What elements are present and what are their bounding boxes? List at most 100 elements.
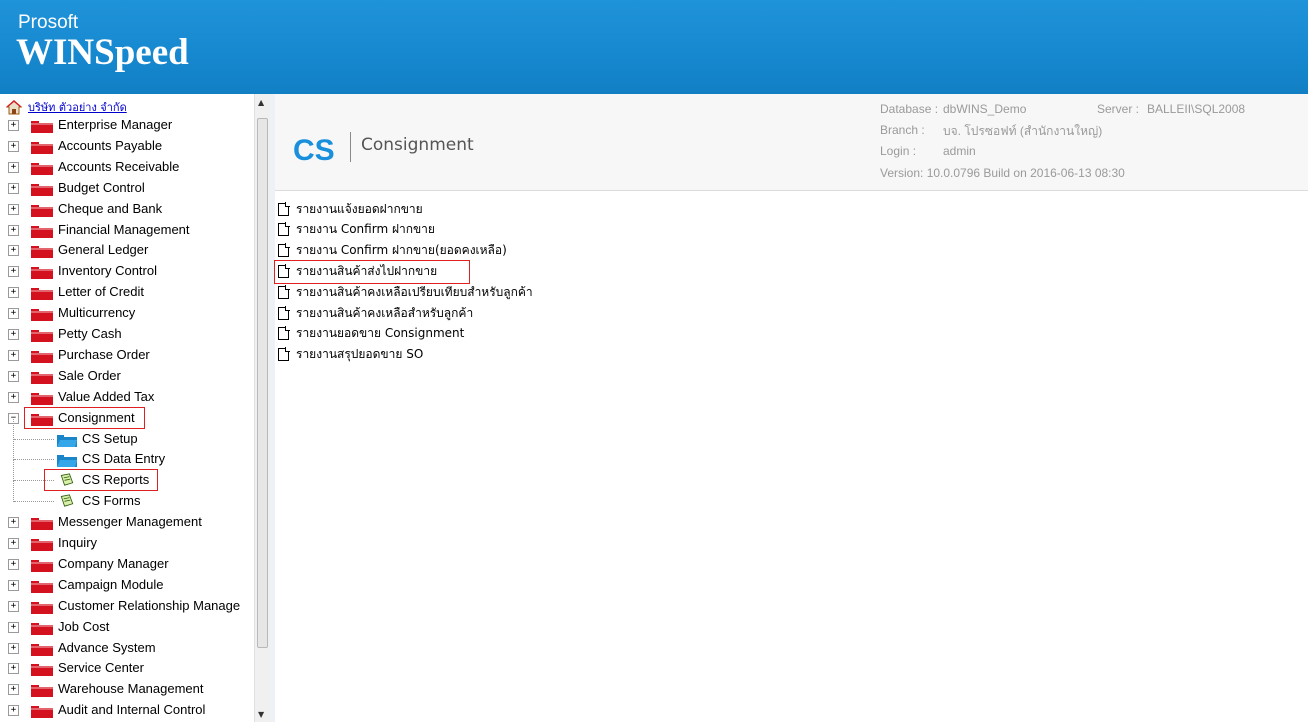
- tree-item[interactable]: + Enterprise Manager: [0, 115, 250, 136]
- expand-icon[interactable]: +: [8, 203, 19, 215]
- expand-icon[interactable]: +: [8, 600, 19, 612]
- tree-item-label: Budget Control: [58, 179, 145, 195]
- report-item[interactable]: รายงาน Confirm ฝากขาย: [278, 220, 435, 240]
- expand-icon[interactable]: +: [8, 621, 19, 633]
- cs-reports-highlight: [44, 469, 158, 492]
- tree-item-label: Campaign Module: [58, 576, 164, 592]
- document-icon: [278, 243, 290, 258]
- report-item[interactable]: รายงานสรุปยอดขาย SO: [278, 345, 423, 365]
- report-item[interactable]: รายงานแจ้งยอดฝากขาย: [278, 199, 423, 219]
- tree-item-label: Company Manager: [58, 555, 169, 571]
- report-item[interactable]: รายงานสินค้าคงเหลือสำหรับลูกค้า: [278, 303, 473, 323]
- scroll-up-icon[interactable]: ▲: [258, 98, 264, 107]
- tree-item[interactable]: + Purchase Order: [0, 345, 250, 366]
- tree-item[interactable]: + Multicurrency: [0, 303, 250, 324]
- tree-item[interactable]: + Company Manager: [0, 554, 250, 575]
- tree-item-label: Accounts Payable: [58, 137, 163, 153]
- tree-item[interactable]: + Job Cost: [0, 617, 250, 638]
- tree-item[interactable]: + General Ledger: [0, 240, 250, 261]
- folder-icon: [31, 371, 53, 384]
- tree-item[interactable]: + Customer Relationship Manage: [0, 596, 250, 617]
- tree-child-item[interactable]: CS Setup: [0, 418, 250, 450]
- expand-icon[interactable]: +: [8, 308, 19, 320]
- home-icon: [6, 99, 22, 114]
- tree-child-item[interactable]: CS Forms: [0, 481, 250, 512]
- tree-item-label: Value Added Tax: [58, 388, 155, 404]
- tree-line: [13, 481, 15, 503]
- tree-item[interactable]: + Inventory Control: [0, 261, 250, 282]
- tree-item[interactable]: + Value Added Tax: [0, 387, 250, 408]
- expand-icon[interactable]: +: [8, 663, 19, 675]
- scroll-down-icon[interactable]: ▼: [258, 710, 264, 719]
- expand-icon[interactable]: +: [8, 182, 19, 194]
- tree-line: [14, 438, 54, 440]
- expand-icon[interactable]: +: [8, 642, 19, 654]
- report-item[interactable]: รายงาน Confirm ฝากขาย(ยอดคงเหลือ): [278, 241, 507, 261]
- tree-item[interactable]: + Cheque and Bank: [0, 199, 250, 220]
- tree-item-label: Job Cost: [58, 618, 110, 634]
- document-icon: [278, 347, 290, 362]
- tree-item[interactable]: + Service Center: [0, 658, 250, 679]
- server-label: Server :: [1097, 102, 1140, 116]
- tree-item-label: Sale Order: [58, 367, 121, 383]
- server-value: BALLEII\SQL2008: [1147, 102, 1246, 116]
- tree-item[interactable]: + Accounts Payable: [0, 136, 250, 157]
- document-icon: [278, 305, 290, 320]
- tree-child-label: CS Data Entry: [82, 451, 166, 467]
- expand-icon[interactable]: +: [8, 558, 19, 570]
- expand-icon[interactable]: +: [8, 705, 19, 717]
- company-node[interactable]: บริษัท ตัวอย่าง จำกัด: [6, 98, 127, 116]
- tree-child-item[interactable]: CS Data Entry: [0, 439, 250, 470]
- tree-item[interactable]: + Advance System: [0, 638, 250, 659]
- tree-scrollbar[interactable]: ▲ ▼: [254, 94, 270, 722]
- expand-icon[interactable]: +: [8, 538, 19, 549]
- expand-icon[interactable]: +: [8, 266, 19, 278]
- tree-item-label: Customer Relationship Manage: [58, 597, 241, 613]
- folder-icon: [31, 622, 53, 635]
- folder-icon: [31, 162, 53, 175]
- company-link[interactable]: บริษัท ตัวอย่าง จำกัด: [28, 98, 127, 116]
- tree-item[interactable]: + Sale Order: [0, 366, 250, 387]
- expand-icon[interactable]: +: [8, 391, 19, 403]
- tree-item[interactable]: + Messenger Management: [0, 512, 250, 533]
- folder-icon: [31, 539, 53, 551]
- tree-item-label: Inquiry: [58, 535, 98, 550]
- branch-label: Branch :: [880, 123, 925, 137]
- blue-folder-icon: [57, 455, 77, 468]
- expand-icon[interactable]: +: [8, 161, 19, 173]
- tree-item[interactable]: + Accounts Receivable: [0, 157, 250, 178]
- tree-item[interactable]: + Petty Cash: [0, 324, 250, 345]
- tree-item[interactable]: + Campaign Module: [0, 575, 250, 596]
- expand-icon[interactable]: +: [8, 224, 19, 236]
- tree-item[interactable]: + Inquiry: [0, 533, 250, 554]
- tree-item[interactable]: + Letter of Credit: [0, 282, 250, 303]
- tree-item-label: Cheque and Bank: [58, 200, 163, 216]
- document-icon: [278, 222, 290, 237]
- tree-item[interactable]: + Financial Management: [0, 220, 250, 241]
- expand-icon[interactable]: +: [8, 370, 19, 382]
- expand-icon[interactable]: +: [8, 140, 19, 152]
- scroll-thumb[interactable]: [257, 118, 268, 648]
- report-icon: [60, 494, 74, 507]
- folder-icon: [31, 392, 53, 405]
- tree-item-label: Warehouse Management: [58, 681, 204, 697]
- report-highlight: [274, 260, 470, 285]
- report-item[interactable]: รายงานสินค้าคงเหลือเปรียบเทียบสำหรับลูกค…: [278, 282, 533, 302]
- tree-child-label: CS Forms: [82, 493, 141, 509]
- expand-icon[interactable]: +: [8, 287, 19, 299]
- expand-icon[interactable]: +: [8, 120, 19, 131]
- expand-icon[interactable]: +: [8, 245, 19, 257]
- folder-icon: [31, 141, 53, 154]
- expand-icon[interactable]: +: [8, 579, 19, 591]
- report-item-label: รายงาน Confirm ฝากขาย(ยอดคงเหลือ): [296, 243, 507, 258]
- report-item[interactable]: รายงานยอดขาย Consignment: [278, 324, 464, 344]
- tree-item[interactable]: + Audit and Internal Control: [0, 700, 250, 721]
- tree-item[interactable]: + Budget Control: [0, 178, 250, 199]
- tree-item[interactable]: + Warehouse Management: [0, 679, 250, 700]
- expand-icon[interactable]: +: [8, 517, 19, 529]
- expand-icon[interactable]: +: [8, 329, 19, 340]
- login-value: admin: [943, 144, 976, 158]
- expand-icon[interactable]: +: [8, 349, 19, 361]
- report-item-label: รายงาน Confirm ฝากขาย: [296, 222, 435, 237]
- expand-icon[interactable]: +: [8, 684, 19, 696]
